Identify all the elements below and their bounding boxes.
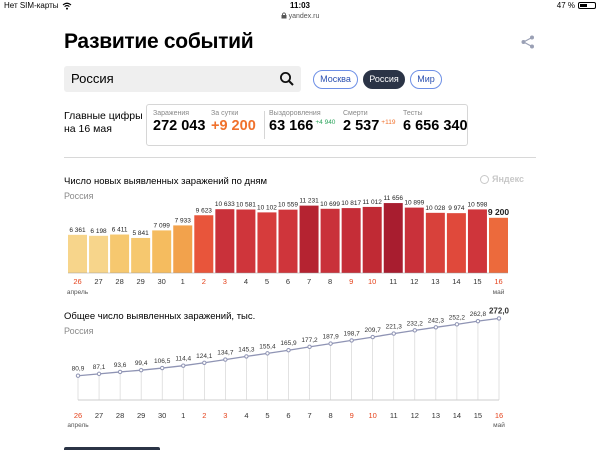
line-x-tick-label: 2 [202,411,206,420]
line-value-label: 187,9 [322,334,339,341]
line-point[interactable] [244,354,249,359]
line-x-tick-label: 29 [137,411,145,420]
line-x-tick-label: 28 [116,411,124,420]
line-value-label: 145,3 [238,346,255,353]
total-cases-line-chart: 80,92687,12793,62899,429106,530114,41124… [67,306,510,429]
line-point[interactable] [454,322,460,327]
line-value-label: 93,6 [114,362,127,369]
line-point[interactable] [328,341,333,346]
line-x-tick-label: 9 [350,411,354,420]
line-value-label: 209,7 [365,327,382,334]
line-value-label: 272,0 [489,306,510,315]
line-value-label: 252,2 [449,314,466,321]
line-value-label: 106,5 [154,358,171,365]
line-value-label: 124,1 [196,353,213,360]
line-x-tick-label: 12 [411,411,419,420]
line-point[interactable] [96,371,102,377]
line-x-tick-label: 5 [265,411,269,420]
line-month-label: апрель [67,422,89,429]
line-x-tick-label: 26 [74,411,82,420]
line-point[interactable] [202,360,207,365]
line-x-tick-label: 1 [181,411,185,420]
line-point[interactable] [307,344,312,350]
line-value-label: 177,2 [301,337,318,344]
line-value-label: 232,2 [407,320,424,327]
line-point[interactable] [433,325,439,330]
line-month-label: май [493,421,505,429]
line-point[interactable] [160,365,165,371]
line-value-label: 114,4 [175,356,191,363]
line-point[interactable] [75,373,81,378]
line-point[interactable] [286,348,291,353]
line-point[interactable] [223,357,228,362]
line-value-label: 165,9 [280,340,297,347]
line-point[interactable] [391,331,396,336]
line-point[interactable] [496,316,502,321]
line-point[interactable] [265,351,270,356]
line-value-label: 87,1 [93,364,106,371]
line-x-tick-label: 15 [474,411,482,420]
line-value-label: 198,7 [344,330,361,337]
line-point[interactable] [181,363,186,368]
line-x-tick-label: 10 [369,411,377,420]
line-value-label: 262,8 [470,311,487,318]
line-value-label: 99,4 [135,360,148,367]
line-x-tick-label: 3 [223,411,227,420]
line-x-tick-label: 27 [95,411,103,420]
line-point[interactable] [138,367,144,373]
line-value-label: 80,9 [72,366,85,373]
line-x-tick-label: 13 [432,411,440,420]
line-x-tick-label: 6 [286,411,290,420]
line-x-tick-label: 7 [307,411,311,420]
line-x-tick-label: 8 [329,411,333,420]
line-point[interactable] [117,369,123,375]
line-point[interactable] [475,318,481,324]
line-x-tick-label: 14 [453,411,461,420]
line-point[interactable] [370,334,375,340]
line-point[interactable] [412,328,417,333]
line-value-label: 134,7 [217,350,234,357]
line-x-tick-label: 4 [244,411,248,420]
line-value-label: 242,3 [428,317,445,324]
line-point[interactable] [349,338,354,343]
line-value-label: 155,4 [259,343,276,350]
line-value-label: 221,3 [386,324,403,331]
line-x-tick-label: 30 [158,411,166,420]
line-x-tick-label: 16 [495,411,503,420]
line-x-tick-label: 11 [390,411,398,420]
